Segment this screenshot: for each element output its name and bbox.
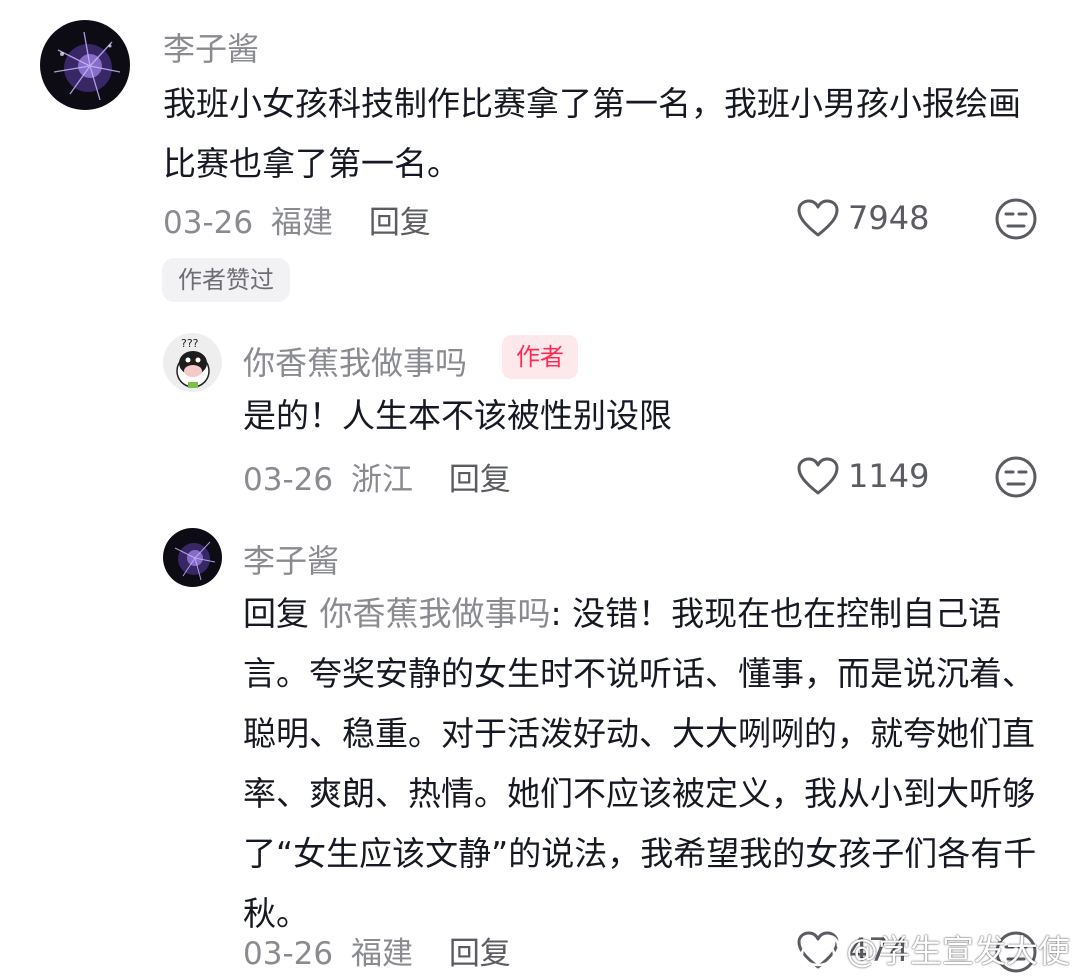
heart-outline-icon (797, 457, 839, 495)
comment-meta: 03-26 福建 回复 (163, 197, 431, 242)
reply-meta: 03-26 福建 回复 (243, 928, 511, 973)
watermark: @学生宣发大使 (800, 926, 1070, 972)
meh-face-icon[interactable] (994, 455, 1038, 499)
avatar-lizijiang[interactable] (40, 20, 130, 110)
reply-date: 03-26 (243, 936, 334, 972)
reply-username[interactable]: 你香蕉我做事吗 (243, 338, 467, 384)
reply-prefix: 回复 (243, 594, 309, 633)
meh-face-icon[interactable] (994, 197, 1038, 241)
reply-location: 福建 (350, 936, 413, 972)
avatar-cow[interactable]: ??? (163, 333, 222, 392)
avatar-lizijiang[interactable] (163, 528, 222, 587)
author-tag: 作者 (502, 335, 578, 379)
like-button[interactable]: 7948 (796, 198, 929, 238)
like-count: 7948 (848, 199, 930, 237)
reply-text: 是的！人生本不该被性别设限 (243, 396, 672, 435)
svg-text:???: ??? (181, 337, 199, 350)
reply-text: 回复 你香蕉我做事吗: 没错！我现在也在控制自己语言。夸奖安静的女生时不说听话、… (243, 584, 1043, 944)
reply-date: 03-26 (243, 462, 334, 498)
like-button[interactable]: 1149 (796, 456, 929, 496)
weibo-logo-icon (800, 934, 840, 967)
reply-button[interactable]: 回复 (369, 205, 431, 241)
reply-button[interactable]: 回复 (449, 462, 511, 498)
author-liked-badge: 作者赞过 (162, 258, 290, 302)
like-count: 1149 (848, 457, 930, 495)
comment-text: 我班小女孩科技制作比赛拿了第一名，我班小男孩小报绘画比赛也拿了第一名。 (163, 84, 1021, 183)
reply-meta: 03-26 浙江 回复 (243, 454, 511, 499)
reply-username[interactable]: 李子酱 (243, 536, 339, 582)
comment-date: 03-26 (163, 205, 254, 241)
watermark-text: @学生宣发大使 (845, 932, 1070, 970)
comment-location: 福建 (270, 205, 333, 241)
reply-button[interactable]: 回复 (449, 936, 511, 972)
heart-outline-icon (797, 199, 839, 237)
comment-username[interactable]: 李子酱 (163, 24, 259, 70)
reply-body: : 没错！我现在也在控制自己语言。夸奖安静的女生时不说听话、懂事，而是说沉着、聪… (243, 594, 1037, 933)
reply-location: 浙江 (350, 462, 413, 498)
reply-target-username[interactable]: 你香蕉我做事吗 (320, 594, 551, 633)
